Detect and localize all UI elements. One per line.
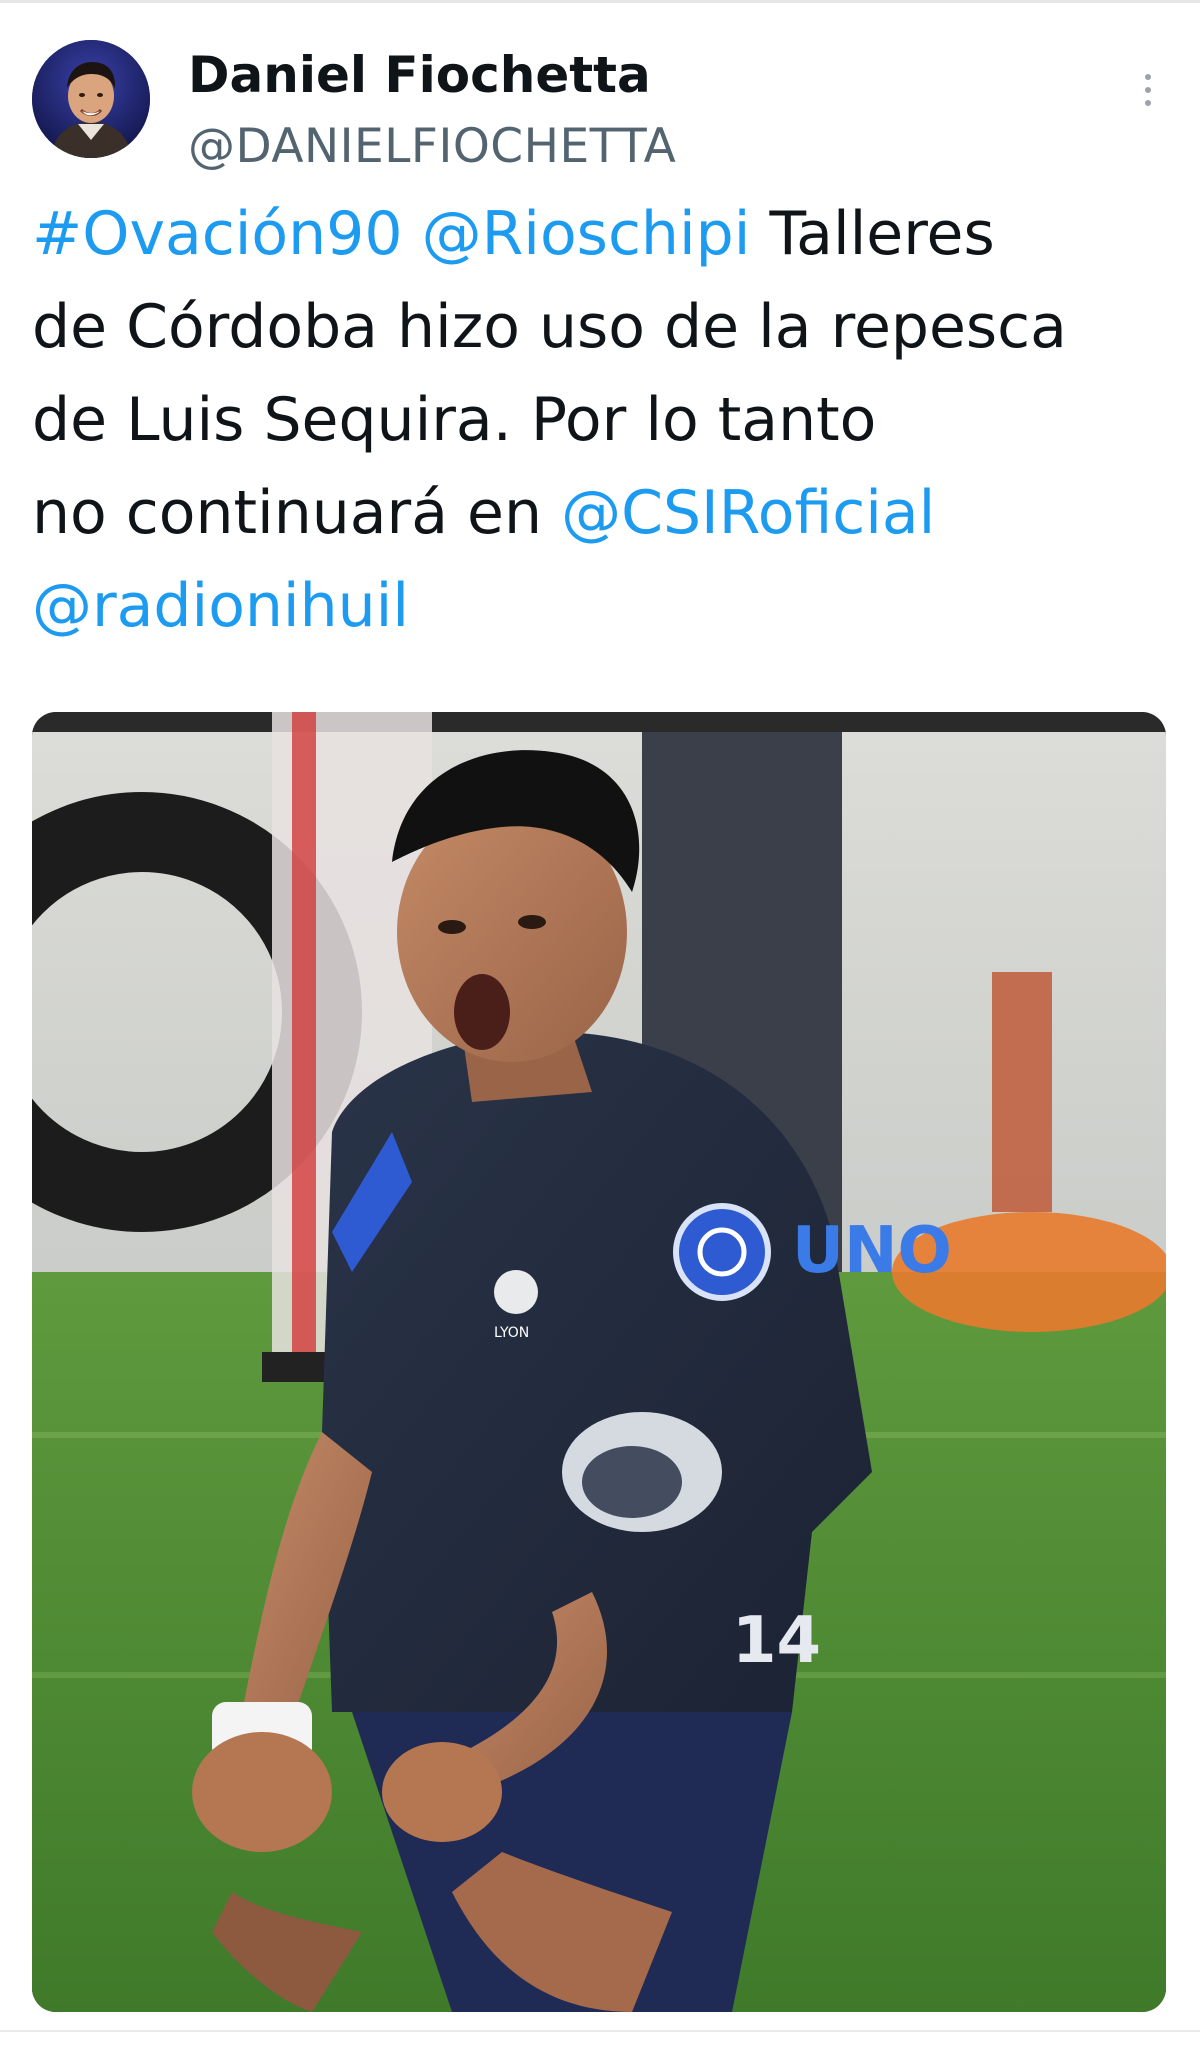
tweet-text-line: #Ovación90 @Rioschipi Talleres xyxy=(32,188,1172,281)
kit-brand: LYON xyxy=(494,1325,529,1341)
tweet-text-line: @radionihuil xyxy=(32,560,1172,653)
tweet-header: Daniel Fiochetta @DANIELFIOCHETTA xyxy=(32,30,1168,174)
avatar[interactable] xyxy=(32,40,150,158)
tweet-text-segment xyxy=(403,199,422,269)
tweet-text-segment: Talleres xyxy=(750,199,995,269)
tweet-text-line: de Córdoba hizo uso de la repesca xyxy=(32,281,1172,374)
mention-link-csiroficial[interactable]: @CSIRoficial xyxy=(561,478,935,548)
author-display-name[interactable]: Daniel Fiochetta xyxy=(188,44,651,106)
hashtag-link-ovaci-n90[interactable]: #Ovación90 xyxy=(32,199,403,269)
tweet-text-segment: de Córdoba hizo uso de la repesca xyxy=(32,292,1067,362)
mention-link-radionihuil[interactable]: @radionihuil xyxy=(32,571,409,641)
tweet-text-segment: no continuará en xyxy=(32,478,562,548)
tweet-text-segment: de Luis Sequira. Por lo tanto xyxy=(32,385,877,455)
more-dot xyxy=(1145,87,1151,93)
more-vertical-icon[interactable] xyxy=(1128,60,1168,120)
more-dot xyxy=(1145,74,1151,80)
sponsor-text: UNO xyxy=(792,1214,952,1288)
tweet-text: #Ovación90 @Rioschipi Talleres de Córdoba… xyxy=(32,188,1172,653)
tweet-text-line: no continuará en @CSIRoficial xyxy=(32,467,1172,560)
author-handle[interactable]: @DANIELFIOCHETTA xyxy=(188,118,676,176)
tweet-photo[interactable]: UNO LYON 14 xyxy=(32,712,1166,2012)
mention-link-rioschipi[interactable]: @Rioschipi xyxy=(422,199,751,269)
tweet-card: Daniel Fiochetta @DANIELFIOCHETTA #Ovaci… xyxy=(0,0,1200,2068)
more-dot xyxy=(1145,100,1151,106)
bottom-divider xyxy=(0,2030,1200,2032)
tweet-text-line: de Luis Sequira. Por lo tanto xyxy=(32,374,1172,467)
shirt-number: 14 xyxy=(732,1604,821,1678)
